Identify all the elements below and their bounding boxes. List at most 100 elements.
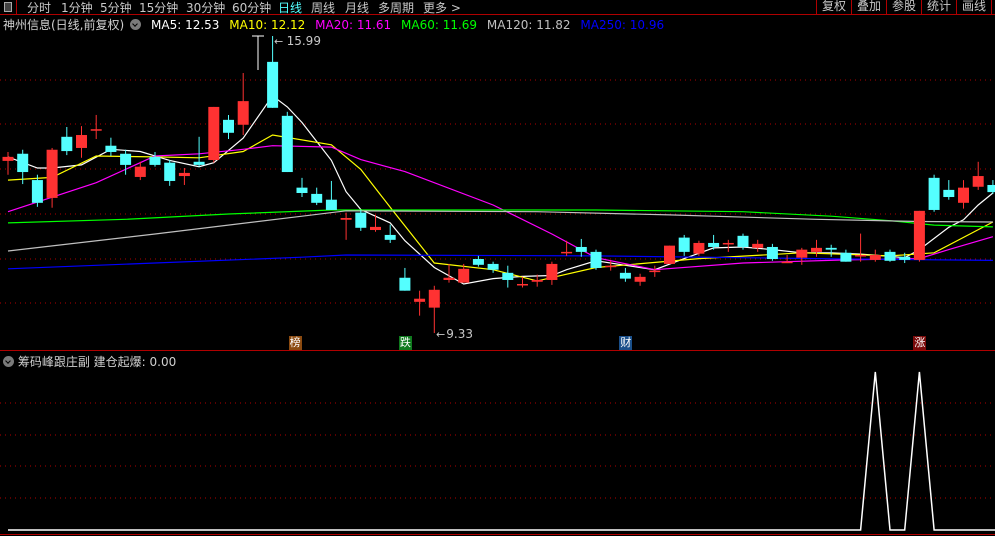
candle-body: [61, 136, 73, 152]
candle-body: [649, 270, 661, 273]
candle-body: [120, 153, 132, 165]
candle-body: [796, 249, 808, 258]
candle-body: [693, 242, 705, 254]
candle-body: [237, 101, 249, 125]
candle-up: [855, 233, 867, 262]
candle-body: [399, 277, 411, 291]
candle-body: [531, 279, 543, 282]
candle-down: [311, 187, 323, 206]
candle-body: [281, 115, 293, 173]
candle-body: [855, 255, 867, 257]
candle-down: [223, 114, 234, 140]
candle-up: [913, 210, 925, 262]
candle-body: [311, 193, 323, 203]
candle-body: [561, 251, 573, 254]
candle-body: [76, 135, 87, 148]
candle-body: [17, 153, 29, 173]
candle-down: [281, 111, 293, 173]
candle-body: [840, 252, 852, 262]
candle-body: [869, 255, 881, 260]
candle-up: [752, 239, 764, 252]
candle-body: [958, 187, 969, 203]
ma60-line: [7, 209, 993, 228]
candle-up: [722, 239, 734, 252]
candle-body: [208, 106, 220, 160]
candle-down: [678, 234, 690, 256]
stock-title: 神州信息(日线,前复权): [3, 18, 125, 32]
candle-body: [987, 184, 995, 193]
candle-body: [178, 172, 190, 177]
candle-down: [105, 137, 117, 156]
candle-body: [149, 156, 161, 165]
candle-body: [737, 235, 749, 247]
candle-body: [443, 277, 455, 280]
candle-body: [619, 272, 631, 279]
high-price-label: 15.99: [287, 34, 321, 48]
candle-body: [296, 187, 308, 194]
indicator-value: 建仓起爆: 0.00: [93, 355, 177, 369]
candle-body: [678, 237, 690, 252]
candle-body: [766, 246, 778, 260]
candle-down: [502, 265, 514, 288]
candle-up: [90, 114, 102, 140]
candle-body: [884, 251, 896, 261]
candle-body: [605, 265, 617, 268]
ma-legend: 神州信息(日线,前复权) MA5: 12.53 MA10: 12.12 MA20…: [3, 16, 670, 33]
grid-lines: [0, 79, 995, 535]
candle-up: [958, 180, 969, 209]
candle-body: [546, 263, 558, 280]
candle-body: [428, 289, 440, 308]
signal-marker[interactable]: 涨: [913, 336, 927, 350]
candle-body: [223, 119, 234, 133]
candle-up: [811, 239, 822, 257]
candle-body: [943, 189, 955, 198]
dropdown-icon[interactable]: [130, 19, 142, 30]
candle-down: [619, 267, 631, 282]
candle-body: [2, 156, 14, 161]
signal-marker[interactable]: 榜: [288, 336, 302, 350]
candle-body: [325, 199, 337, 210]
candle-body: [722, 242, 734, 245]
candle-down: [296, 177, 308, 198]
candle-body: [590, 251, 602, 268]
candle-body: [781, 261, 793, 264]
candle-body: [664, 245, 675, 264]
candle-down: [325, 180, 337, 210]
indicator-pane: [8, 371, 995, 531]
candle-down: [193, 136, 205, 167]
candle-up: [546, 261, 558, 285]
signal-marker[interactable]: 财: [619, 336, 633, 350]
candle-body: [90, 129, 102, 131]
candles: [2, 36, 995, 334]
candle-down: [590, 249, 602, 270]
candle-down: [825, 244, 837, 257]
candle-body: [634, 276, 646, 282]
dropdown-icon[interactable]: [3, 356, 14, 367]
candle-up: [972, 161, 984, 190]
candle-body: [708, 242, 720, 247]
candle-up: [561, 240, 573, 256]
candle-down: [766, 243, 778, 261]
ma250-value: MA250: 10.96: [580, 18, 665, 32]
indicator-header: 筹码峰跟庄副 建仓起爆: 0.00: [3, 353, 176, 370]
candle-body: [340, 217, 352, 220]
low-arrow-icon: ←: [436, 328, 445, 341]
candle-up: [869, 249, 881, 262]
candle-body: [752, 243, 764, 248]
candle-down: [355, 209, 367, 231]
candle-body: [972, 176, 984, 187]
candle-down: [575, 238, 587, 257]
candle-body: [487, 263, 499, 270]
candle-body: [134, 166, 146, 177]
candle-up: [237, 73, 249, 136]
candle-body: [414, 298, 426, 302]
candle-down: [164, 159, 176, 186]
candle-down: [61, 126, 73, 156]
kline-chart[interactable]: 15.99 ← ← 9.33: [0, 0, 995, 536]
candle-up: [428, 285, 440, 334]
signal-marker[interactable]: 跌: [398, 336, 412, 350]
candle-up: [2, 151, 14, 175]
candle-down: [884, 249, 896, 262]
candle-down: [472, 255, 484, 267]
candle-down: [987, 180, 995, 194]
